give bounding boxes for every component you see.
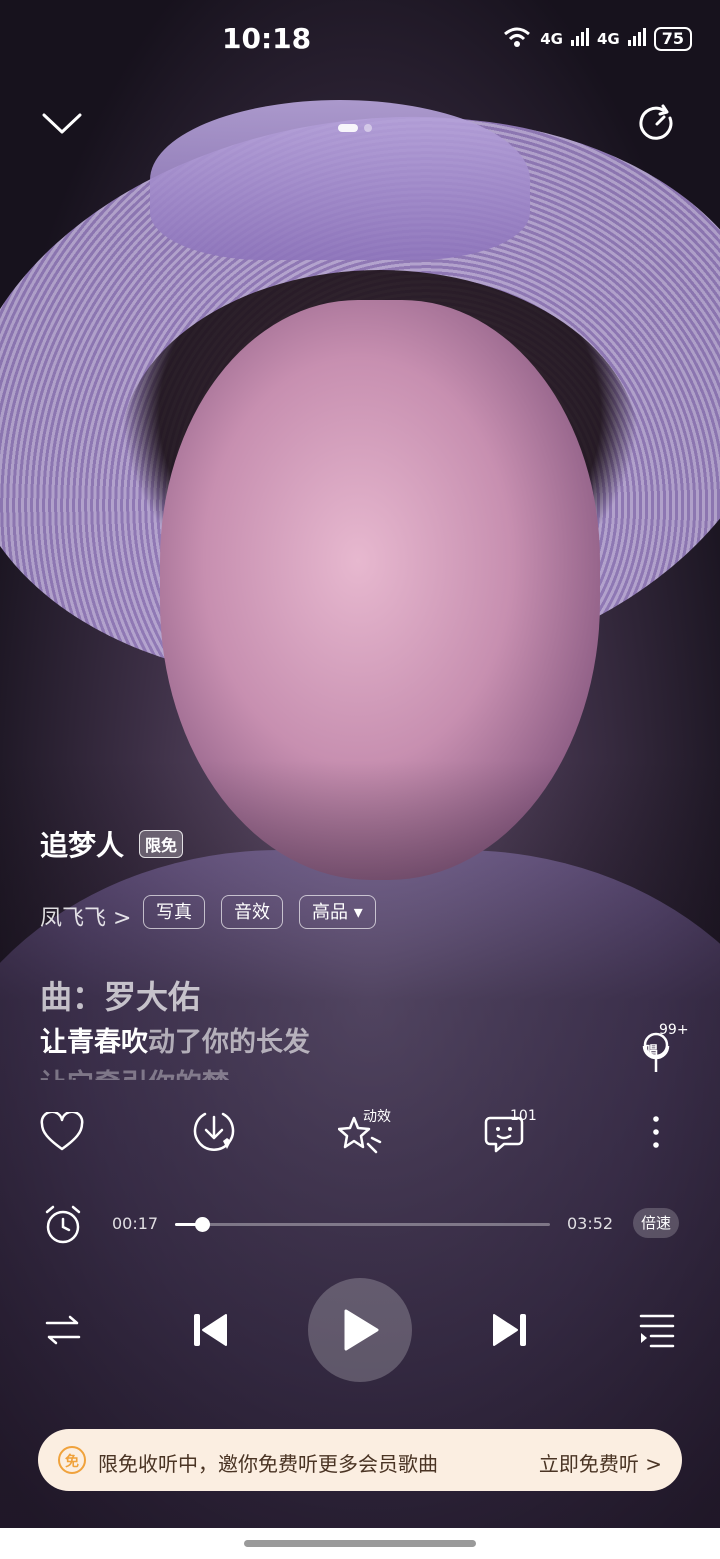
sound-effect-chip[interactable]: 音效 [221, 895, 283, 929]
lyric-unsung: 动了你的长发 [148, 1027, 310, 1058]
download-button[interactable] [190, 1108, 238, 1156]
free-tag: 限免 [139, 830, 184, 858]
collapse-button[interactable] [38, 100, 86, 148]
skip-previous-icon [194, 1314, 227, 1346]
status-icons: 4G 4G 75 [502, 26, 692, 52]
chevron-down-icon [42, 113, 82, 134]
heart-icon [40, 1112, 84, 1151]
signal-icon [627, 28, 646, 50]
play-icon [344, 1309, 379, 1351]
page-dot [364, 124, 372, 132]
refresh-icon [639, 104, 673, 140]
next-button[interactable] [485, 1305, 535, 1355]
home-indicator[interactable] [244, 1540, 476, 1547]
repeat-order-icon [45, 1315, 81, 1345]
promo-text: 限免收听中，邀你免费听更多会员歌曲 [98, 1452, 438, 1476]
effects-label: 动效 [363, 1109, 391, 1125]
page-dot-active [338, 124, 358, 132]
progress-row: 00:17 03:52 倍速 [0, 1200, 720, 1250]
sim2-label: 4G [596, 30, 620, 48]
status-bar: 10:18 4G 4G 75 [0, 0, 720, 80]
more-button[interactable] [632, 1108, 680, 1156]
sleep-timer-button[interactable] [42, 1204, 84, 1250]
progress-slider[interactable] [175, 1217, 550, 1232]
skip-next-icon [493, 1314, 526, 1346]
page-indicator [338, 124, 372, 132]
battery-indicator: 75 [653, 27, 692, 51]
lyric-line[interactable]: 曲：罗大佑 [40, 972, 200, 1018]
refresh-button[interactable] [633, 100, 681, 148]
total-time: 03:52 [567, 1214, 614, 1233]
more-vertical-icon [653, 1116, 659, 1148]
clock: 10:18 [222, 22, 312, 55]
lyric-line-current[interactable]: 让青春吹动了你的长发 [40, 1020, 310, 1059]
photo-chip[interactable]: 写真 [143, 895, 205, 929]
promo-banner[interactable]: 免 限免收听中，邀你免费听更多会员歌曲 立即免费听 > [38, 1429, 682, 1491]
signal-icon [570, 28, 589, 50]
song-title: 追梦人 [40, 829, 125, 862]
free-icon: 免 [58, 1446, 86, 1474]
sim1-label: 4G [540, 30, 563, 48]
sing-label: 唱 [645, 1044, 659, 1059]
speed-button[interactable]: 倍速 [633, 1208, 680, 1238]
artist-link[interactable]: 凤飞飞 > [40, 900, 131, 932]
play-button[interactable] [308, 1278, 412, 1382]
previous-button[interactable] [185, 1305, 235, 1355]
comments-count: 101 [510, 1108, 537, 1124]
promo-cta-link[interactable]: 立即免费听 > [539, 1448, 662, 1477]
play-mode-button[interactable] [38, 1305, 88, 1355]
wifi-icon [502, 26, 532, 52]
sing-count: 99+ [659, 1022, 689, 1038]
like-button[interactable] [38, 1108, 86, 1156]
current-time: 00:17 [112, 1214, 159, 1233]
home-bar [0, 1528, 720, 1559]
lyric-line[interactable]: 让它牵引你的梦 [40, 1062, 229, 1080]
playlist-icon [639, 1314, 675, 1348]
playlist-button[interactable] [632, 1305, 682, 1355]
alarm-clock-icon [45, 1205, 81, 1244]
download-icon [193, 1112, 235, 1151]
quality-chip[interactable]: 高品 ▾ [299, 895, 376, 929]
lyric-sung: 让青春吹 [40, 1027, 148, 1058]
progress-handle[interactable] [195, 1217, 211, 1232]
